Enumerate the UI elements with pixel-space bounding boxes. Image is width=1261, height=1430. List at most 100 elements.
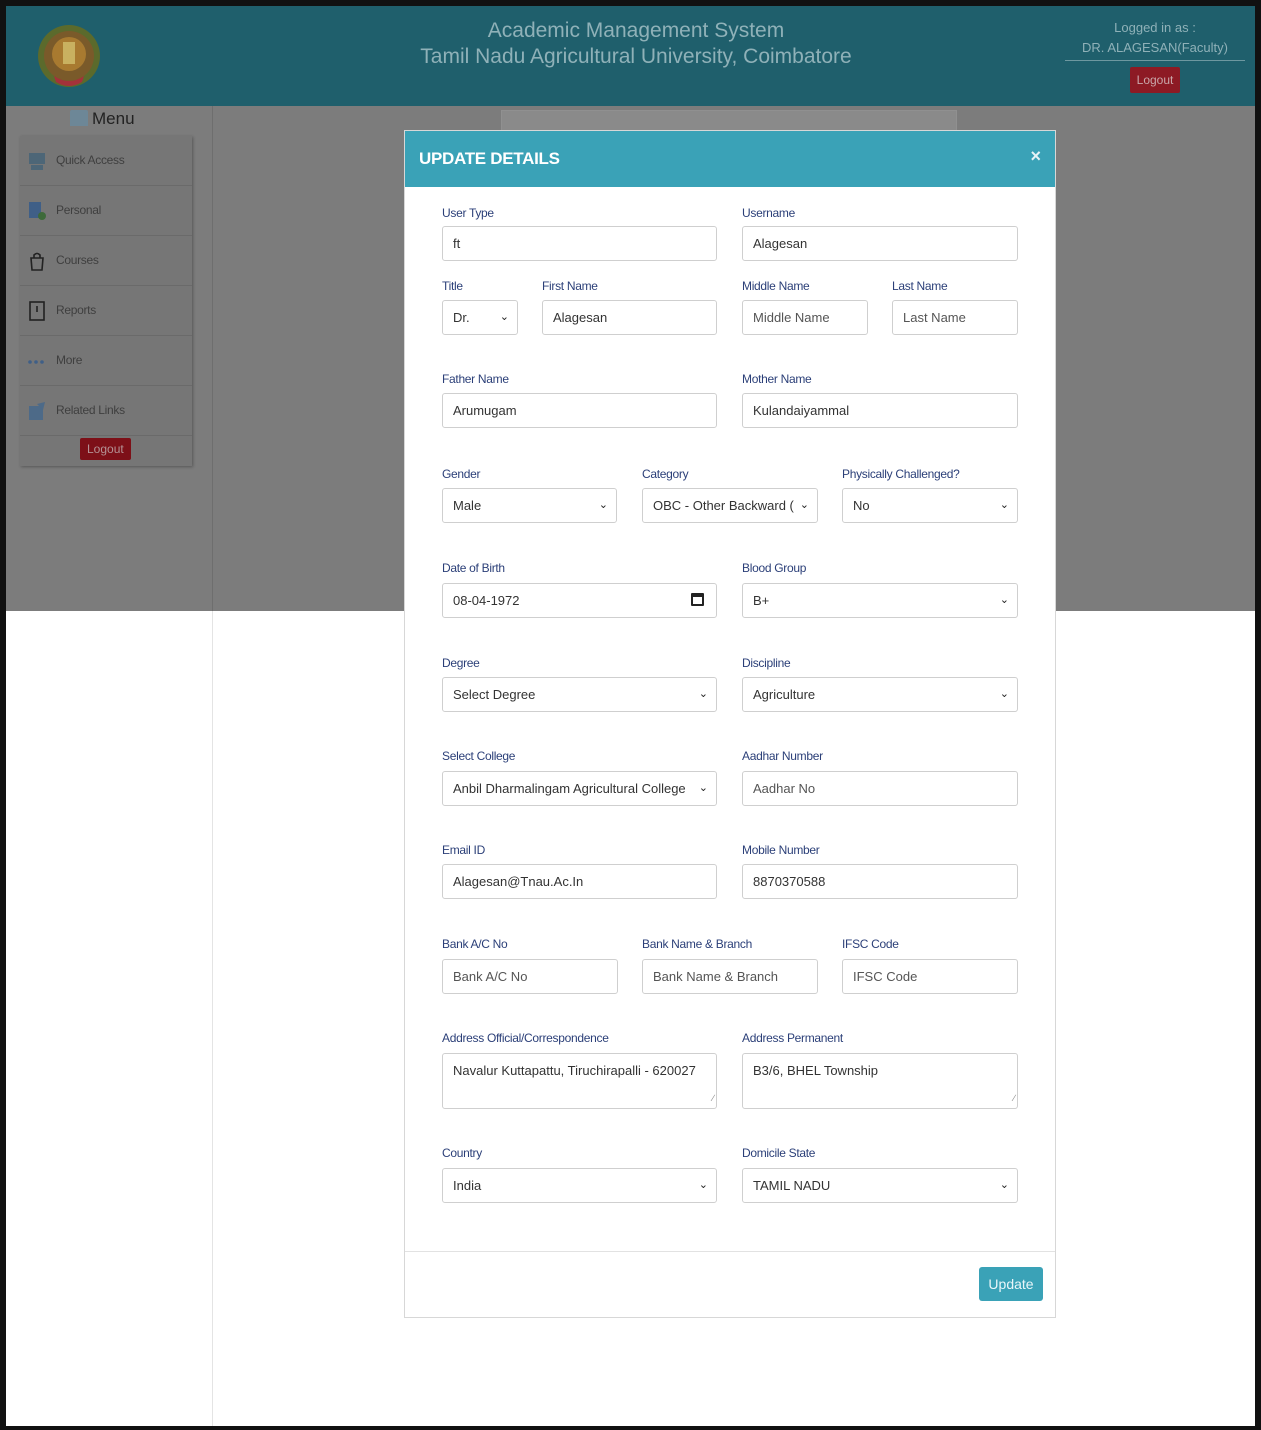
dob-value: 08-04-1972 (453, 593, 520, 608)
blood-group-select[interactable]: B+ ⌄ (742, 583, 1018, 618)
chevron-down-icon: ⌄ (698, 1179, 708, 1191)
sidebar-item-related-links[interactable]: Related Links (20, 386, 192, 436)
chevron-down-icon: ⌄ (499, 311, 509, 323)
calendar-icon[interactable] (691, 593, 704, 606)
email-label: Email ID (442, 843, 485, 857)
father-name-label: Father Name (442, 372, 509, 386)
bank-name-label: Bank Name & Branch (642, 937, 752, 951)
physically-challenged-value: No (853, 498, 870, 513)
blood-group-label: Blood Group (742, 561, 807, 575)
degree-select[interactable]: Select Degree ⌄ (442, 677, 717, 712)
physically-challenged-label: Physically Challenged? (842, 467, 960, 481)
resize-grip-icon[interactable]: ∕ (1013, 1089, 1015, 1107)
domicile-value: TAMIL NADU (753, 1178, 831, 1193)
user-type-input[interactable]: ft (442, 226, 717, 261)
computer-icon (29, 153, 45, 170)
sidebar-item-label: Related Links (56, 403, 125, 417)
bank-ac-label: Bank A/C No (442, 937, 508, 951)
sidebar-menu: Quick Access Personal Courses Reports Mo… (20, 136, 192, 466)
university-logo (38, 25, 100, 87)
mobile-input[interactable]: 8870370588 (742, 864, 1018, 899)
sidebar-item-quick-access[interactable]: Quick Access (20, 136, 192, 186)
sidebar-title-label: Menu (92, 109, 135, 128)
bank-ac-input[interactable]: Bank A/C No (442, 959, 618, 994)
title-label: Title (442, 279, 463, 293)
mobile-label: Mobile Number (742, 843, 820, 857)
modal-header: UPDATE DETAILS × (405, 131, 1055, 187)
ifsc-label: IFSC Code (842, 937, 899, 951)
email-input[interactable]: Alagesan@Tnau.Ac.In (442, 864, 717, 899)
father-name-input[interactable]: Arumugam (442, 393, 717, 428)
modal-footer-divider (405, 1251, 1055, 1252)
username-input[interactable]: Alagesan (742, 226, 1018, 261)
first-name-input[interactable]: Alagesan (542, 300, 717, 335)
user-type-label: User Type (442, 206, 494, 220)
sidebar-logout-button[interactable]: Logout (80, 438, 131, 460)
external-link-icon (29, 402, 45, 420)
dob-label: Date of Birth (442, 561, 505, 575)
chevron-down-icon: ⌄ (999, 594, 1009, 606)
close-icon[interactable]: × (1030, 146, 1041, 167)
logged-in-user: DR. ALAGESAN(Faculty) (1082, 40, 1228, 55)
domicile-label: Domicile State (742, 1146, 816, 1160)
sidebar-item-courses[interactable]: Courses (20, 236, 192, 286)
ifsc-input[interactable]: IFSC Code (842, 959, 1018, 994)
header-logout-button[interactable]: Logout (1129, 67, 1181, 93)
sidebar-item-personal[interactable]: Personal (20, 186, 192, 236)
gender-select[interactable]: Male ⌄ (442, 488, 617, 523)
chevron-down-icon: ⌄ (999, 499, 1009, 511)
middle-name-label: Middle Name (742, 279, 810, 293)
middle-name-input[interactable]: Middle Name (742, 300, 868, 335)
chevron-down-icon: ⌄ (799, 499, 809, 511)
country-label: Country (442, 1146, 482, 1160)
sidebar-item-more[interactable]: More (20, 336, 192, 386)
domicile-select[interactable]: TAMIL NADU ⌄ (742, 1168, 1018, 1203)
country-value: India (453, 1178, 482, 1193)
address-official-value: Navalur Kuttapattu, Tiruchirapalli - 620… (453, 1063, 696, 1078)
chevron-down-icon: ⌄ (999, 1179, 1009, 1191)
last-name-label: Last Name (892, 279, 948, 293)
resize-grip-icon[interactable]: ∕ (712, 1089, 714, 1107)
address-official-label: Address Official/Correspondence (442, 1031, 609, 1045)
address-permanent-value: B3/6, BHEL Township (753, 1063, 879, 1078)
physically-challenged-select[interactable]: No ⌄ (842, 488, 1018, 523)
user-book-icon (29, 202, 46, 220)
top-header: Academic Management System Tamil Nadu Ag… (6, 6, 1255, 106)
college-label: Select College (442, 749, 516, 763)
last-name-input[interactable]: Last Name (892, 300, 1018, 335)
degree-label: Degree (442, 656, 480, 670)
bank-name-input[interactable]: Bank Name & Branch (642, 959, 818, 994)
username-label: Username (742, 206, 795, 220)
chevron-down-icon: ⌄ (698, 782, 708, 794)
blood-group-value: B+ (753, 593, 770, 608)
chevron-down-icon: ⌄ (999, 688, 1009, 700)
app-frame: Academic Management System Tamil Nadu Ag… (0, 0, 1261, 1430)
discipline-value: Agriculture (753, 687, 816, 702)
category-select[interactable]: OBC - Other Backward ( ⌄ (642, 488, 818, 523)
discipline-label: Discipline (742, 656, 791, 670)
update-details-modal: UPDATE DETAILS × User Type ft Username A… (404, 130, 1056, 1318)
mother-name-input[interactable]: Kulandaiyammal (742, 393, 1018, 428)
address-official-textarea[interactable]: Navalur Kuttapattu, Tiruchirapalli - 620… (442, 1053, 717, 1109)
login-divider (1065, 60, 1245, 61)
address-permanent-textarea[interactable]: B3/6, BHEL Township ∕ (742, 1053, 1018, 1109)
title-select-value: Dr. (453, 310, 470, 325)
address-permanent-label: Address Permanent (742, 1031, 843, 1045)
sidebar-item-label: Quick Access (56, 153, 125, 167)
title-select[interactable]: Dr. ⌄ (442, 300, 518, 335)
country-select[interactable]: India ⌄ (442, 1168, 717, 1203)
aadhar-input[interactable]: Aadhar No (742, 771, 1018, 806)
college-select[interactable]: Anbil Dharmalingam Agricultural College ⌄ (442, 771, 717, 806)
sidebar-column-divider-shaded (212, 106, 213, 611)
app-title: Academic Management System Tamil Nadu Ag… (336, 18, 936, 70)
category-label: Category (642, 467, 689, 481)
sidebar-item-reports[interactable]: Reports (20, 286, 192, 336)
gender-label: Gender (442, 467, 481, 481)
dots-icon (28, 360, 44, 364)
discipline-select[interactable]: Agriculture ⌄ (742, 677, 1018, 712)
aadhar-label: Aadhar Number (742, 749, 823, 763)
category-select-value: OBC - Other Backward ( (653, 498, 794, 513)
update-button[interactable]: Update (979, 1267, 1043, 1301)
dob-input[interactable]: 08-04-1972 (442, 583, 717, 618)
mother-name-label: Mother Name (742, 372, 812, 386)
